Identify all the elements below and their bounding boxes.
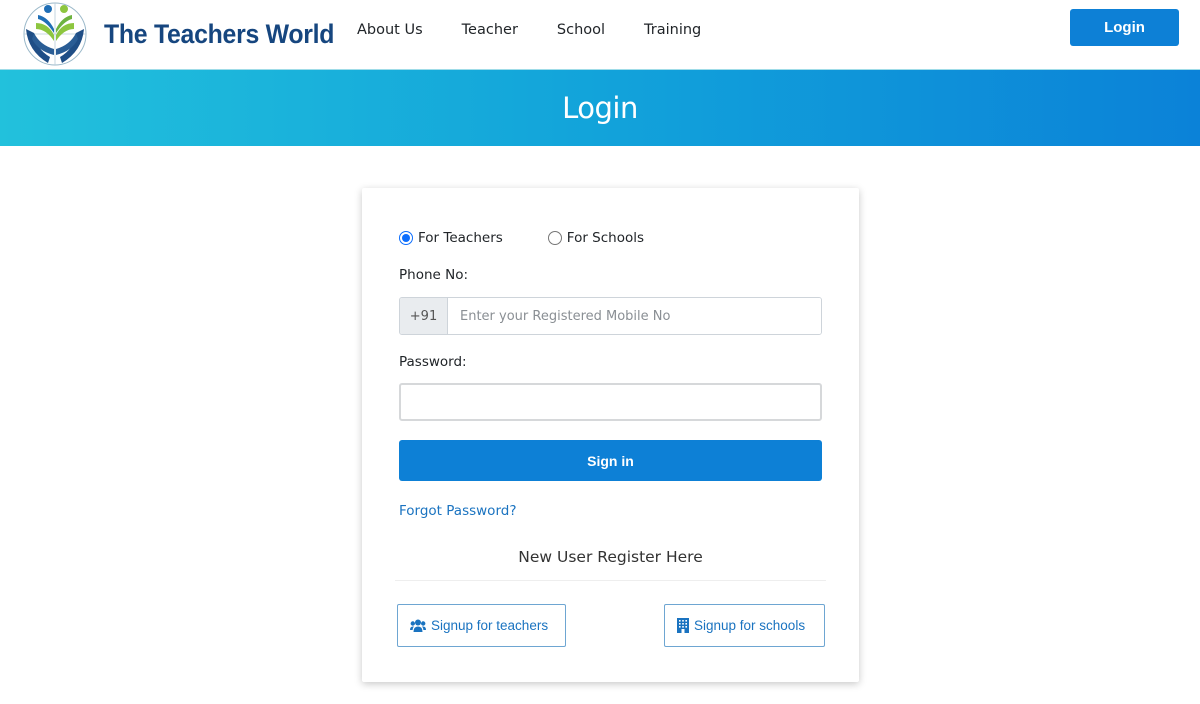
page-banner: Login bbox=[0, 70, 1200, 146]
user-type-radio-group: For Teachers For Schools bbox=[399, 230, 689, 246]
register-heading: New User Register Here bbox=[518, 548, 703, 566]
nav-training[interactable]: Training bbox=[644, 22, 701, 38]
brand-name: The Teachers World bbox=[104, 18, 335, 49]
phone-input[interactable] bbox=[448, 298, 821, 334]
logo-icon bbox=[23, 2, 87, 66]
signup-teachers-label: Signup for teachers bbox=[431, 618, 549, 633]
main-nav: About Us Teacher School Training bbox=[357, 22, 740, 38]
password-label: Password: bbox=[399, 354, 467, 370]
nav-about-us[interactable]: About Us bbox=[357, 22, 423, 38]
phone-label: Phone No: bbox=[399, 267, 469, 283]
radio-checked-icon[interactable] bbox=[399, 231, 413, 245]
radio-for-schools[interactable]: For Schools bbox=[547, 230, 645, 246]
signup-teachers-button[interactable]: Signup for teachers bbox=[397, 604, 566, 647]
radio-unchecked-icon[interactable] bbox=[547, 231, 562, 245]
radio-label: For Teachers bbox=[418, 230, 503, 246]
divider bbox=[395, 580, 826, 581]
phone-input-group: +91 bbox=[399, 297, 822, 335]
building-icon bbox=[677, 618, 689, 633]
country-code-prefix: +91 bbox=[400, 298, 448, 334]
header-login-button[interactable]: Login bbox=[1070, 9, 1179, 46]
site-header: The Teachers World About Us Teacher Scho… bbox=[0, 0, 1200, 70]
signup-schools-button[interactable]: Signup for schools bbox=[664, 604, 825, 647]
radio-label: For Schools bbox=[566, 230, 645, 246]
signup-schools-label: Signup for schools bbox=[694, 618, 806, 633]
login-card: For Teachers For Schools Phone No: +91 P… bbox=[362, 188, 859, 682]
sign-in-button[interactable]: Sign in bbox=[399, 440, 822, 481]
page-title: Login bbox=[562, 91, 638, 125]
radio-for-teachers[interactable]: For Teachers bbox=[399, 230, 503, 246]
forgot-password-link[interactable]: Forgot Password? bbox=[399, 503, 517, 519]
nav-school[interactable]: School bbox=[557, 22, 605, 38]
users-icon bbox=[410, 619, 426, 632]
password-input[interactable] bbox=[399, 383, 822, 421]
nav-teacher[interactable]: Teacher bbox=[462, 22, 518, 38]
logo[interactable]: The Teachers World bbox=[20, 0, 354, 68]
